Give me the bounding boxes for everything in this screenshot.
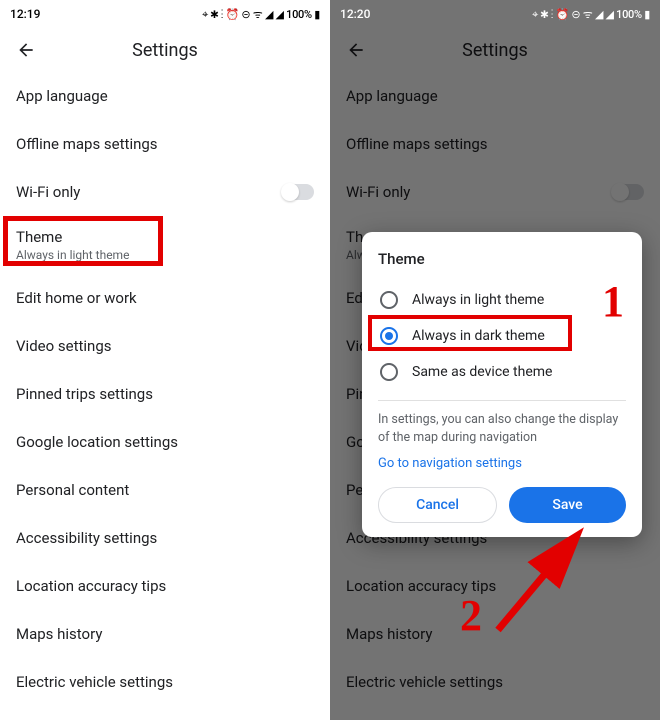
- row-label: Maps history: [346, 625, 432, 643]
- settings-row[interactable]: Accessibility settings: [0, 514, 330, 562]
- row-label: App language: [346, 87, 438, 105]
- divider: [378, 400, 626, 401]
- row-label: App language: [16, 87, 108, 105]
- save-button[interactable]: Save: [509, 487, 626, 523]
- settings-list: App language Offline maps settings Wi-Fi o…: [0, 72, 330, 720]
- settings-row[interactable]: Wi-Fi only: [0, 168, 330, 216]
- theme-dialog: Theme Always in light theme Always in dar…: [362, 232, 642, 537]
- dialog-title: Theme: [378, 250, 626, 268]
- settings-row[interactable]: Electric vehicle settings: [0, 658, 330, 706]
- settings-row[interactable]: Electric vehicle settings: [330, 658, 660, 706]
- row-label: Maps history: [16, 625, 102, 643]
- settings-row[interactable]: Offline maps settings: [330, 120, 660, 168]
- row-sublabel: Always in light theme: [16, 248, 129, 262]
- page-title: Settings: [0, 40, 330, 61]
- back-button[interactable]: [12, 36, 40, 64]
- radio-icon: [380, 327, 398, 345]
- screenshot-left: 12:19 ⌖ ✱ ⋮ ⏰ ⊝ ᯤ ◢ ◢ 100% ▮ Settings Ap…: [0, 0, 330, 720]
- status-time: 12:20: [340, 7, 370, 21]
- row-label: Accessibility settings: [16, 529, 157, 547]
- row-label: Electric vehicle settings: [346, 673, 503, 691]
- settings-row[interactable]: Maps history: [330, 610, 660, 658]
- row-label: Electric vehicle settings: [16, 673, 173, 691]
- row-label: Personal content: [16, 481, 129, 499]
- arrow-left-icon: [346, 40, 366, 60]
- settings-row[interactable]: Theme Always in light theme: [0, 216, 330, 274]
- theme-radio-option[interactable]: Same as device theme: [378, 354, 626, 390]
- wifi-only-toggle[interactable]: [282, 184, 314, 200]
- status-time: 12:19: [10, 7, 40, 21]
- row-label: Wi-Fi only: [346, 183, 410, 201]
- row-label: Wi-Fi only: [16, 183, 80, 201]
- row-label: Pinned trips settings: [16, 385, 153, 403]
- theme-radio-option[interactable]: Always in dark theme: [378, 318, 626, 354]
- status-bar: 12:19 ⌖ ✱ ⋮ ⏰ ⊝ ᯤ ◢ ◢ 100% ▮: [0, 0, 330, 28]
- row-label: Offline maps settings: [16, 135, 158, 153]
- page-title: Settings: [330, 40, 660, 61]
- row-label: Location accuracy tips: [16, 577, 166, 595]
- settings-row[interactable]: Edit home or work: [0, 274, 330, 322]
- annotation-number-2: 2: [460, 590, 482, 641]
- arrow-left-icon: [16, 40, 36, 60]
- row-label: Theme: [16, 228, 129, 246]
- row-label: Location accuracy tips: [346, 577, 496, 595]
- radio-label: Always in light theme: [412, 292, 544, 308]
- settings-row[interactable]: Notifications: [330, 706, 660, 720]
- settings-row[interactable]: Offline maps settings: [0, 120, 330, 168]
- settings-row[interactable]: Wi-Fi only: [330, 168, 660, 216]
- settings-row[interactable]: Maps history: [0, 610, 330, 658]
- theme-radio-option[interactable]: Always in light theme: [378, 282, 626, 318]
- settings-row[interactable]: Location accuracy tips: [0, 562, 330, 610]
- settings-row[interactable]: Video settings: [0, 322, 330, 370]
- app-bar: Settings: [0, 28, 330, 72]
- screenshot-right: 12:20 ⌖ ✱ ⋮ ⏰ ⊝ ᯤ ◢ ◢ 100% ▮ Settings Ap…: [330, 0, 660, 720]
- row-label: Edit home or work: [16, 289, 137, 307]
- dialog-note: In settings, you can also change the dis…: [378, 411, 626, 446]
- status-indicators: ⌖ ✱ ⋮ ⏰ ⊝ ᯤ ◢ ◢ 100% ▮: [532, 7, 650, 22]
- row-label: Video settings: [16, 337, 112, 355]
- row-label: Offline maps settings: [346, 135, 488, 153]
- settings-row[interactable]: Google location settings: [0, 418, 330, 466]
- settings-row[interactable]: Location accuracy tips: [330, 562, 660, 610]
- navigation-settings-link[interactable]: Go to navigation settings: [378, 456, 522, 471]
- status-indicators: ⌖ ✱ ⋮ ⏰ ⊝ ᯤ ◢ ◢ 100% ▮: [202, 7, 320, 22]
- radio-icon: [380, 363, 398, 381]
- radio-label: Same as device theme: [412, 364, 552, 380]
- wifi-only-toggle[interactable]: [612, 184, 644, 200]
- settings-row[interactable]: Notifications: [0, 706, 330, 720]
- cancel-button[interactable]: Cancel: [378, 487, 497, 523]
- row-label: Google location settings: [16, 433, 178, 451]
- settings-row[interactable]: App language: [330, 72, 660, 120]
- radio-icon: [380, 291, 398, 309]
- settings-row[interactable]: Personal content: [0, 466, 330, 514]
- status-bar: 12:20 ⌖ ✱ ⋮ ⏰ ⊝ ᯤ ◢ ◢ 100% ▮: [330, 0, 660, 28]
- radio-label: Always in dark theme: [412, 328, 545, 344]
- app-bar: Settings: [330, 28, 660, 72]
- back-button[interactable]: [342, 36, 370, 64]
- settings-row[interactable]: App language: [0, 72, 330, 120]
- settings-row[interactable]: Pinned trips settings: [0, 370, 330, 418]
- annotation-arrow-icon: [480, 520, 620, 640]
